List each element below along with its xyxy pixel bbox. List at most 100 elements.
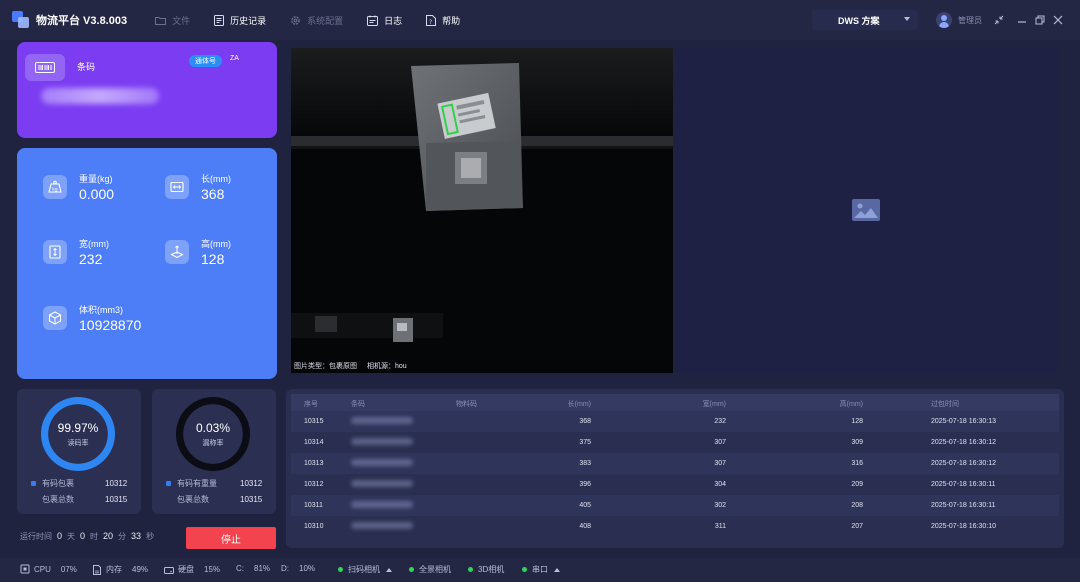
disk-status: 硬盘 15% <box>164 564 220 575</box>
row-barcode-redacted <box>351 480 413 489</box>
height-value: 128 <box>201 251 225 267</box>
drive-c-status: C: 81% <box>236 564 270 573</box>
collapse-icon <box>994 15 1004 25</box>
device-serial-port[interactable]: 串口 <box>522 564 560 575</box>
maximize-button[interactable] <box>1034 14 1046 26</box>
device-3d-camera[interactable]: 3D相机 <box>468 564 504 575</box>
runtime-days: 0 <box>57 531 63 541</box>
table-row[interactable]: 10312 396 304 209 2025-07-18 16:30:11 <box>291 474 1059 495</box>
barcode-value-redacted <box>41 88 159 104</box>
menu-file-label: 文件 <box>172 15 191 26</box>
cpu-icon <box>20 564 30 574</box>
device-scan-camera-label: 扫码相机 <box>348 565 380 574</box>
weight-label: 重量(kg) <box>79 174 113 184</box>
scheme-select[interactable]: DWS 方案 <box>812 10 918 30</box>
menu-log-label: 日志 <box>384 15 403 26</box>
row-barcode-redacted <box>351 438 413 447</box>
user-name: 管理员 <box>958 15 982 25</box>
device-scan-camera[interactable]: 扫码相机 <box>338 564 392 575</box>
runtime-minutes: 20 <box>103 531 114 541</box>
row-width: 232 <box>714 418 726 425</box>
menu-history-label: 历史记录 <box>230 15 267 26</box>
row-id: 10314 <box>304 439 324 446</box>
col-length-header: 长(mm) <box>567 400 591 408</box>
row-length: 368 <box>579 418 591 425</box>
metric-length: 长(mm) 368 <box>165 174 231 203</box>
device-serial-port-label: 串口 <box>532 565 548 574</box>
secondary-camera-view[interactable] <box>675 48 1058 373</box>
device-panorama-camera[interactable]: 全景相机 <box>409 564 451 575</box>
width-label: 宽(mm) <box>79 239 109 249</box>
user-menu[interactable]: 管理员 <box>936 12 982 28</box>
row-id: 10310 <box>304 523 324 530</box>
row-barcode-redacted <box>351 501 413 510</box>
row-height: 207 <box>851 523 863 530</box>
col-time-header: 过包时间 <box>931 400 959 408</box>
collapse-button[interactable] <box>993 14 1005 26</box>
menu-log[interactable]: 日志 <box>355 0 414 40</box>
row-time: 2025-07-18 16:30:11 <box>931 502 996 509</box>
menu-settings[interactable]: 系统配置 <box>278 0 355 40</box>
metric-width: 宽(mm) 232 <box>43 239 109 268</box>
close-button[interactable] <box>1052 14 1064 26</box>
row-length: 408 <box>579 523 591 530</box>
miss-rate-ring: 0.03% 漏称率 <box>176 397 250 471</box>
stop-button[interactable]: 停止 <box>186 527 276 549</box>
status-online-icon <box>409 567 414 572</box>
svg-text:?: ? <box>429 19 432 26</box>
device-3d-camera-label: 3D相机 <box>478 565 505 574</box>
memory-status: 内存 49% <box>92 564 148 575</box>
status-online-icon <box>522 567 527 572</box>
weight-value: 0.000 <box>79 186 115 202</box>
chevron-down-icon <box>904 17 910 21</box>
weighed-packages-value: 10312 <box>240 479 263 488</box>
runtime-minutes-unit: 分 <box>118 532 127 541</box>
menu-help[interactable]: ? 帮助 <box>414 0 472 40</box>
row-height: 316 <box>851 460 863 467</box>
table-row[interactable]: 10313 383 307 316 2025-07-18 16:30:12 <box>291 453 1059 474</box>
menu-help-label: 帮助 <box>442 15 461 26</box>
read-rate-card: 99.97% 读码率 有码包裹 10312 包裹总数 10315 <box>17 389 141 514</box>
table-row[interactable]: 10314 375 307 309 2025-07-18 16:30:12 <box>291 432 1059 453</box>
table-row[interactable]: 10315 368 232 128 2025-07-18 16:30:13 <box>291 411 1059 432</box>
row-length: 405 <box>579 502 591 509</box>
table-row[interactable]: 10310 408 311 207 2025-07-18 16:30:10 <box>291 516 1059 537</box>
row-height: 208 <box>851 502 863 509</box>
miss-total-packages-value: 10315 <box>240 495 263 504</box>
close-icon <box>1053 15 1063 25</box>
disk-icon <box>164 566 174 574</box>
barcode-icon <box>25 54 65 81</box>
menu-history[interactable]: 历史记录 <box>202 0 278 40</box>
read-rate-coded-row: 有码包裹 10312 <box>31 478 127 489</box>
barcode-label: 条码 <box>77 62 96 72</box>
width-ruler-icon <box>43 240 67 264</box>
length-ruler-icon <box>165 175 189 199</box>
metric-weight: kg 重量(kg) 0.000 <box>43 174 114 203</box>
cpu-label: CPU <box>34 564 51 574</box>
miss-rate-total-row: 包裹总数 10315 <box>166 494 262 505</box>
runtime-days-unit: 天 <box>67 532 76 541</box>
help-icon: ? <box>426 14 437 26</box>
coded-packages-value: 10312 <box>105 479 128 488</box>
drive-d-status: D: 10% <box>281 564 315 573</box>
cpu-status: CPU 07% <box>20 564 77 574</box>
col-barcode-header: 条码 <box>351 400 365 408</box>
minimize-button[interactable] <box>1016 14 1028 26</box>
camera-source-caption: 相机源：hou <box>367 363 407 370</box>
coded-packages-label: 有码包裹 <box>42 479 74 488</box>
miss-rate-value: 0.03% <box>195 420 231 435</box>
metric-height: 高(mm) 128 <box>165 239 231 268</box>
menu-file[interactable]: 文件 <box>143 0 202 40</box>
row-time: 2025-07-18 16:30:10 <box>931 523 996 530</box>
image-placeholder-icon <box>852 199 880 221</box>
camera-image-view[interactable]: 图片类型：包裹原图 相机源：hou <box>291 48 673 373</box>
menu-settings-label: 系统配置 <box>307 15 344 26</box>
title-bar: 物流平台 V3.8.003 文件 历史记录 系统配置 日志 ? 帮助 DWS 方… <box>0 0 1080 40</box>
table-row[interactable]: 10311 405 302 208 2025-07-18 16:30:11 <box>291 495 1059 516</box>
memory-label: 内存 <box>106 565 122 574</box>
main-menu: 文件 历史记录 系统配置 日志 ? 帮助 <box>143 0 472 40</box>
package-table: 序号 条码 物料码 长(mm) 宽(mm) 高(mm) 过包时间 10315 3… <box>286 389 1064 548</box>
row-width: 302 <box>714 502 726 509</box>
app-logo-icon <box>12 11 30 29</box>
drive-d-label: D: <box>281 564 289 573</box>
